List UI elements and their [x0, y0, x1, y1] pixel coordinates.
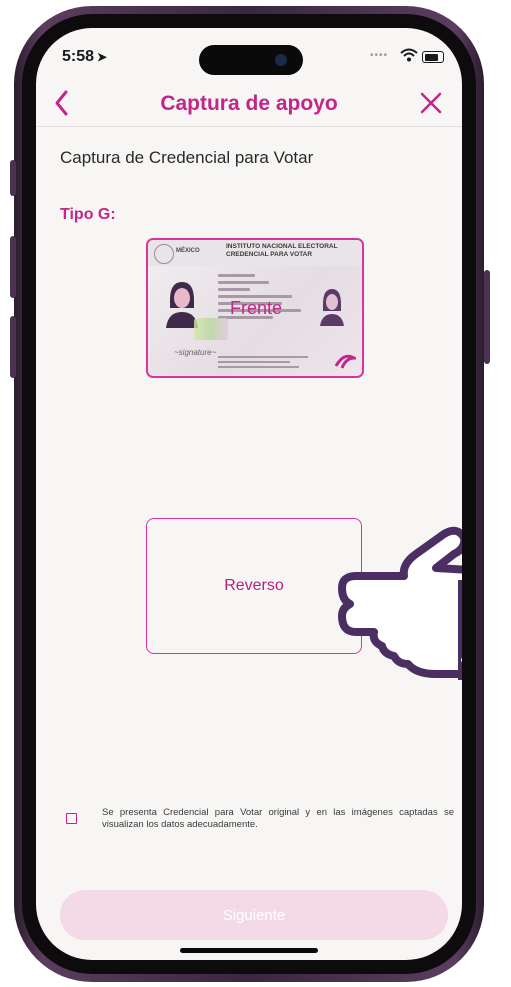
card-hologram [194, 318, 228, 340]
wifi-icon [400, 48, 418, 62]
pointing-hand-icon [338, 526, 462, 680]
status-time-text: 5:58 [62, 48, 95, 65]
status-time: 5:58 ➤ [62, 48, 107, 66]
phone-power-button [484, 270, 490, 364]
navigation-bar: Captura de apoyo [36, 88, 462, 127]
credential-type-label: Tipo G: [60, 206, 116, 223]
section-title: Captura de Credencial para Votar [60, 148, 314, 167]
cellular-signal-icon: •••• [370, 50, 389, 61]
confirmation-checkbox[interactable] [66, 813, 77, 824]
card-credential-name: CREDENCIAL PARA VOTAR [226, 251, 313, 258]
battery-icon [422, 51, 444, 63]
card-signature: ~signature~ [174, 348, 217, 357]
card-footer-lines [218, 356, 308, 371]
card-country-text: MÉXICO [176, 248, 200, 254]
home-indicator [180, 948, 318, 953]
confirmation-text: Se presenta Credencial para Votar origin… [102, 807, 454, 830]
phone-volume-up-button [10, 236, 16, 298]
app-screen: 5:58 ➤ •••• Captura de apoyo Captura de C… [36, 28, 462, 960]
card-institute-name: INSTITUTO NACIONAL ELECTORAL [226, 243, 338, 250]
location-arrow-icon: ➤ [97, 50, 108, 64]
reverse-label: Reverso [224, 577, 284, 594]
close-icon[interactable] [418, 90, 444, 116]
next-button[interactable]: Siguiente [60, 890, 448, 940]
phone-action-button [10, 160, 16, 196]
card-front-label: Frente [230, 298, 283, 318]
card-swirl-icon [334, 354, 356, 369]
card-institute-text: INSTITUTO NACIONAL ELECTORAL CREDENCIAL … [226, 243, 356, 259]
dynamic-island [199, 45, 303, 75]
credential-reverse-capture[interactable]: Reverso [146, 518, 362, 654]
mexico-seal-icon [154, 244, 174, 264]
card-secondary-portrait-icon [320, 289, 344, 326]
camera-icon [275, 54, 287, 66]
credential-front-capture[interactable]: MÉXICO INSTITUTO NACIONAL ELECTORAL CRED… [146, 238, 364, 378]
status-bar: 5:58 ➤ •••• [36, 28, 462, 88]
page-title: Captura de apoyo [160, 92, 338, 115]
phone-volume-down-button [10, 316, 16, 378]
